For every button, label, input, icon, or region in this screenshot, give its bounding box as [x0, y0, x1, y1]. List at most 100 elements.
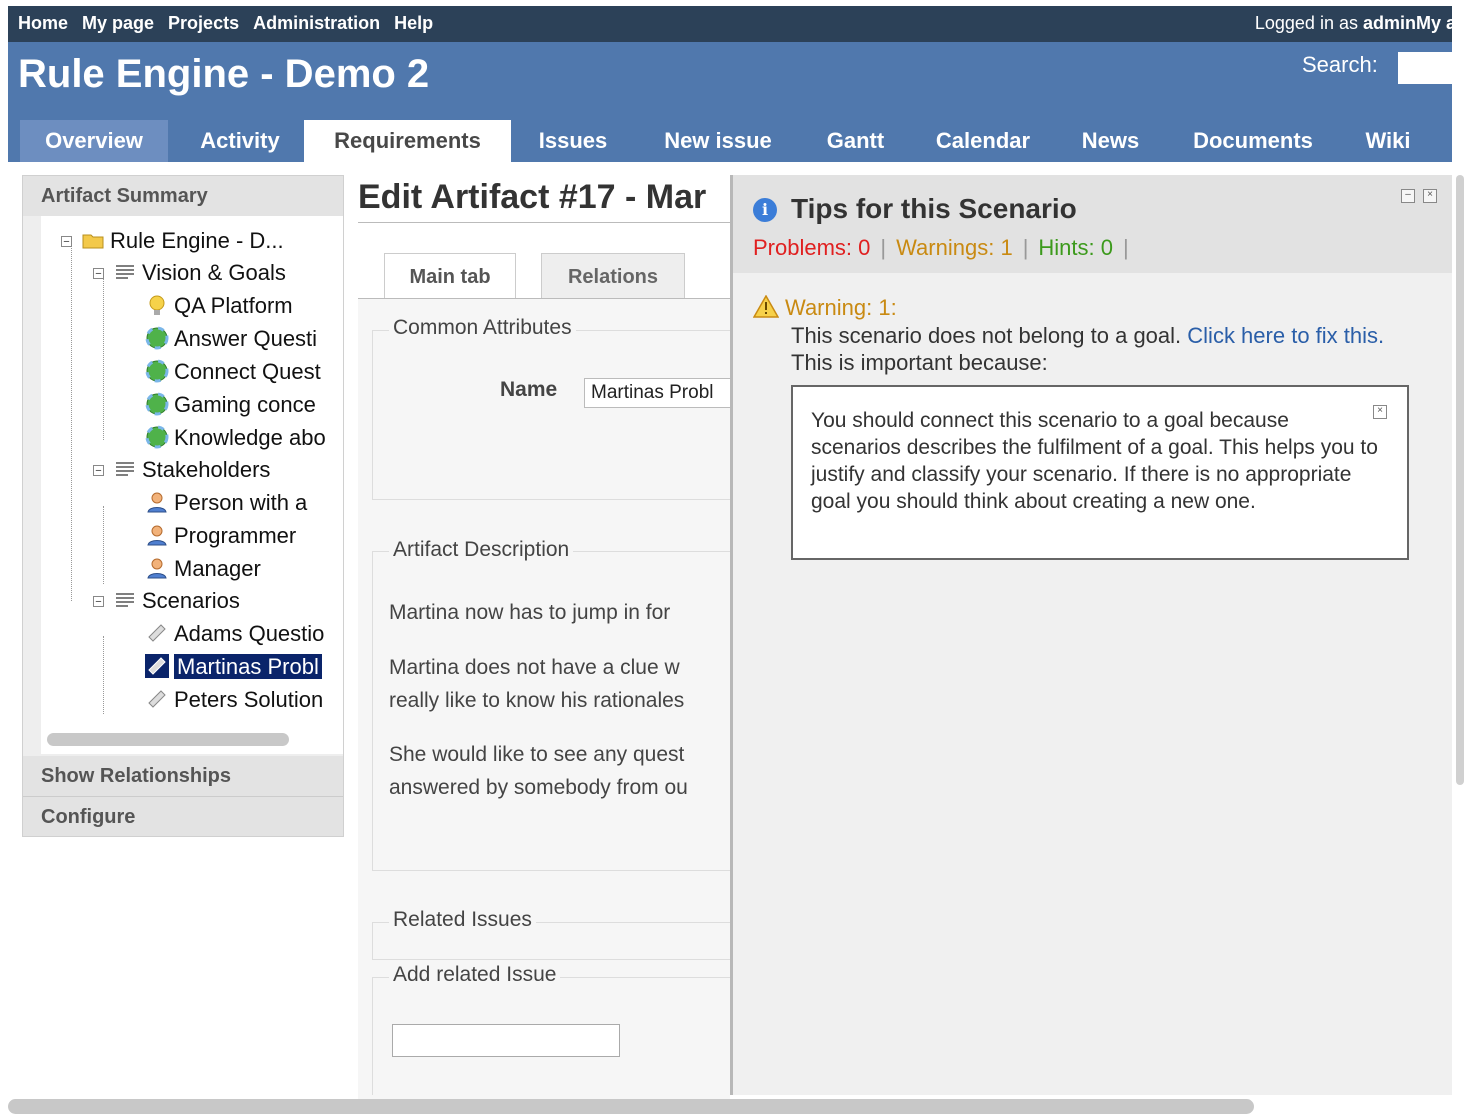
collapse-toggle[interactable]: − [93, 268, 104, 280]
tree-goal[interactable]: Gaming conce [145, 390, 316, 420]
problems-count[interactable]: Problems: 0 [753, 235, 870, 260]
logged-in-label: Logged in as [1254, 13, 1358, 33]
globe-icon [145, 326, 169, 350]
related-issue-input[interactable] [392, 1024, 620, 1057]
common-attributes-legend: Common Attributes [389, 316, 576, 340]
horizontal-scrollbar[interactable] [8, 1099, 1254, 1114]
tab-relations[interactable]: Relations [541, 253, 685, 299]
tab-requirements[interactable]: Requirements [304, 120, 511, 162]
description-line: She would like to see any quest [389, 743, 685, 766]
tab-calendar[interactable]: Calendar [913, 120, 1053, 162]
tree-line [71, 244, 72, 601]
list-icon [116, 462, 134, 476]
sidebar: Artifact Summary − Rule Engine - D... − … [22, 175, 344, 837]
tree-person[interactable]: Manager [145, 554, 261, 584]
tree-goal[interactable]: Answer Questi [145, 324, 317, 354]
project-header: Rule Engine - Demo 2 Search: Overview Ac… [8, 42, 1462, 162]
tab-wiki[interactable]: Wiki [1348, 120, 1428, 162]
count-separator: | [1123, 235, 1129, 260]
tree-goal[interactable]: Knowledge abo [145, 423, 326, 453]
count-separator: | [880, 235, 887, 260]
fix-link[interactable]: Click here to fix this. [1187, 323, 1384, 348]
tree-line [103, 636, 104, 714]
globe-icon [145, 425, 169, 449]
search-input[interactable] [1398, 52, 1462, 84]
tree-line [103, 506, 104, 584]
close-icon[interactable]: × [1423, 189, 1437, 203]
project-title: Rule Engine - Demo 2 [18, 52, 430, 96]
tree-person[interactable]: Person with a [145, 488, 307, 518]
common-attributes-fieldset [372, 330, 752, 500]
folder-icon [82, 234, 104, 249]
tree-person[interactable]: Programmer [145, 521, 296, 551]
tree-scenario[interactable]: Adams Questio [145, 619, 324, 649]
my-account-link[interactable]: My a [1416, 6, 1452, 42]
top-menu-home[interactable]: Home [18, 13, 68, 33]
tree-goal[interactable]: Connect Quest [145, 357, 321, 387]
tab-documents[interactable]: Documents [1168, 120, 1338, 162]
tree-line [103, 276, 104, 440]
tree-root[interactable]: Rule Engine - D... [81, 226, 284, 256]
hints-count[interactable]: Hints: 0 [1038, 235, 1113, 260]
description-line: Martina does not have a clue w [389, 656, 680, 679]
search-label: Search: [1302, 52, 1378, 77]
lightbulb-icon [149, 295, 165, 315]
tab-new-issue[interactable]: New issue [638, 120, 798, 162]
person-icon [147, 558, 167, 579]
tips-header: i Tips for this Scenario – × Problems: 0… [733, 175, 1452, 273]
tree-scenario[interactable]: Peters Solution [145, 685, 323, 715]
name-label: Name [500, 378, 558, 401]
collapse-toggle[interactable]: − [93, 465, 104, 477]
top-menu-my-page[interactable]: My page [82, 13, 154, 33]
tree-horizontal-scrollbar[interactable] [47, 733, 289, 746]
tab-gantt[interactable]: Gantt [808, 120, 903, 162]
tip-explanation-box: You should connect this scenario to a go… [791, 385, 1409, 560]
description-line: answered by somebody from ou [389, 776, 688, 799]
close-icon[interactable]: × [1373, 405, 1387, 419]
page-title: Edit Artifact #17 - Mar [358, 178, 707, 216]
show-relationships-header[interactable]: Show Relationships [23, 756, 343, 796]
configure-header[interactable]: Configure [23, 796, 343, 836]
logged-in-user[interactable]: admin [1363, 13, 1416, 33]
tab-activity[interactable]: Activity [176, 120, 304, 162]
tree-stakeholders[interactable]: Stakeholders [113, 455, 270, 485]
artifact-summary-header[interactable]: Artifact Summary [23, 176, 343, 216]
warning-message: This scenario does not belong to a goal. [791, 323, 1182, 348]
artifact-tree: − Rule Engine - D... − Vision & Goals QA… [41, 216, 343, 754]
tab-issues[interactable]: Issues [518, 120, 628, 162]
person-icon [147, 492, 167, 513]
tab-overview[interactable]: Overview [20, 120, 168, 162]
collapse-toggle[interactable]: − [93, 596, 104, 608]
list-icon [116, 593, 134, 607]
tab-news[interactable]: News [1063, 120, 1158, 162]
list-icon [116, 265, 134, 279]
tips-panel: i Tips for this Scenario – × Problems: 0… [730, 175, 1452, 1095]
warning-suffix: This is important because: [791, 350, 1048, 375]
name-field[interactable] [584, 378, 730, 408]
top-menu: Home My page Projects Administration Help [18, 6, 447, 42]
tree-goal-qa-platform[interactable]: QA Platform [145, 291, 293, 321]
tree-scenarios[interactable]: Scenarios [113, 586, 240, 616]
top-menu-bar: Home My page Projects Administration Help Lo… [8, 6, 1452, 42]
top-menu-projects[interactable]: Projects [168, 13, 239, 33]
warning-text: This scenario does not belong to a goal.… [791, 322, 1431, 376]
count-separator: | [1022, 235, 1029, 260]
warning-heading: Warning: 1: [753, 295, 897, 321]
warning-heading-text: Warning: 1: [785, 295, 897, 320]
top-menu-administration[interactable]: Administration [253, 13, 380, 33]
tab-main[interactable]: Main tab [384, 253, 516, 300]
tip-explanation-text: You should connect this scenario to a go… [811, 409, 1378, 513]
ticket-icon [145, 654, 169, 678]
tips-counts: Problems: 0 | Warnings: 1 | Hints: 0 | [753, 235, 1139, 261]
globe-icon [145, 359, 169, 383]
minimize-icon[interactable]: – [1401, 189, 1415, 203]
vertical-scrollbar[interactable] [1456, 175, 1464, 785]
tree-vision-goals[interactable]: Vision & Goals [113, 258, 286, 288]
title-divider [358, 222, 730, 223]
ticket-icon [148, 624, 166, 642]
top-menu-help[interactable]: Help [394, 13, 433, 33]
artifact-description-legend: Artifact Description [389, 538, 574, 562]
warnings-count[interactable]: Warnings: 1 [896, 235, 1013, 260]
collapse-toggle[interactable]: − [61, 236, 72, 248]
tree-scenario-selected[interactable]: Martinas Probl [145, 652, 322, 682]
